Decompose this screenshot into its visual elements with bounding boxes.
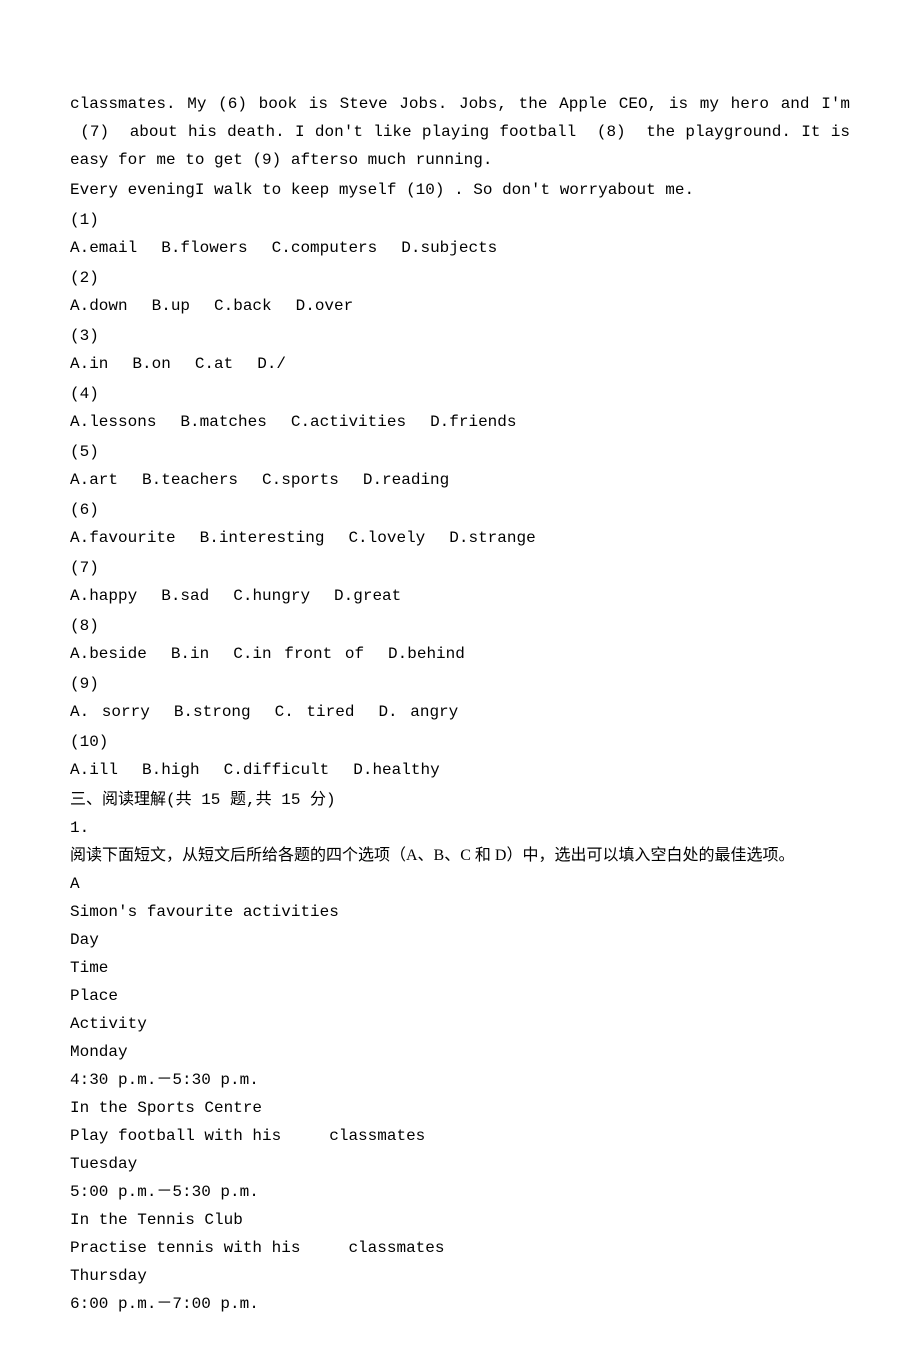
option[interactable]: D.great [334, 582, 401, 610]
option[interactable]: B.up [152, 292, 190, 320]
question-options-4: A.lessons B.matches C.activities D.friends [70, 408, 850, 436]
question-number-5: (5) [70, 438, 850, 466]
question-number-10: (10) [70, 728, 850, 756]
row-tuesday-place: In the Tennis Club [70, 1206, 850, 1234]
row-monday-activity: Play football with his classmates [70, 1122, 850, 1150]
passage-letter: A [70, 870, 850, 898]
row-monday-place: In the Sports Centre [70, 1094, 850, 1122]
question-options-2: A.down B.up C.back D.over [70, 292, 850, 320]
option[interactable]: C.computers [272, 234, 378, 262]
blank-8: (8) [597, 123, 626, 141]
option[interactable]: A. sorry [70, 698, 150, 726]
blank-7: (7) [80, 123, 109, 141]
option[interactable]: A.art [70, 466, 118, 494]
option[interactable]: A.beside [70, 640, 147, 668]
option[interactable]: D./ [257, 350, 286, 378]
row-tuesday-day: Tuesday [70, 1150, 850, 1178]
question-number-2: (2) [70, 264, 850, 292]
question-options-5: A.art B.teachers C.sports D.reading [70, 466, 850, 494]
table-header-place: Place [70, 982, 850, 1010]
option[interactable]: B.high [142, 756, 200, 784]
option[interactable]: D.friends [430, 408, 516, 436]
question-options-7: A.happy B.sad C.hungry D.great [70, 582, 850, 610]
option[interactable]: D.behind [388, 640, 465, 668]
question-number-4: (4) [70, 380, 850, 408]
option[interactable]: B.flowers [161, 234, 247, 262]
question-options-3: A.in B.on C.at D./ [70, 350, 850, 378]
row-monday-time: 4:30 p.m.－5:30 p.m. [70, 1066, 850, 1094]
option[interactable]: B.strong [174, 698, 251, 726]
question-options-10: A.ill B.high C.difficult D.healthy [70, 756, 850, 784]
option[interactable]: A.lessons [70, 408, 156, 436]
question-number-9: (9) [70, 670, 850, 698]
passage-text: I'm [821, 95, 850, 113]
question-options-9: A. sorry B.strong C. tired D. angry [70, 698, 850, 726]
row-tuesday-activity: Practise tennis with his classmates [70, 1234, 850, 1262]
option[interactable]: C. tired [275, 698, 355, 726]
passage-text: . So don't worryabout me. [444, 181, 694, 199]
table-header-activity: Activity [70, 1010, 850, 1038]
question-number-3: (3) [70, 322, 850, 350]
activity-post: classmates [348, 1239, 444, 1257]
option[interactable]: D. angry [378, 698, 458, 726]
question-options-6: A.favourite B.interesting C.lovely D.strang… [70, 524, 850, 552]
cloze-passage-line4: Every eveningI walk to keep myself (10) … [70, 176, 850, 204]
question-options-1: A.email B.flowers C.computers D.subjects [70, 234, 850, 262]
passage-text: about his death. I don't like playing fo… [119, 123, 586, 141]
option[interactable]: C.in front of [233, 640, 364, 668]
option[interactable]: A.favourite [70, 524, 176, 552]
activity-pre: Play football with his [70, 1127, 281, 1145]
cloze-passage: classmates. My (6) book is Steve Jobs. J… [70, 90, 850, 174]
option[interactable]: D.reading [363, 466, 449, 494]
question-number-6: (6) [70, 496, 850, 524]
option[interactable]: C.hungry [233, 582, 310, 610]
option[interactable]: C.sports [262, 466, 339, 494]
question-options-8: A.beside B.in C.in front of D.behind [70, 640, 850, 668]
activity-post: classmates [329, 1127, 425, 1145]
option[interactable]: D.healthy [353, 756, 439, 784]
row-thursday-day: Thursday [70, 1262, 850, 1290]
option[interactable]: D.over [296, 292, 354, 320]
passage-text: afterso much running. [281, 151, 492, 169]
passage-text: the [636, 123, 675, 141]
question-number: 1. [70, 814, 850, 842]
option[interactable]: B.sad [161, 582, 209, 610]
row-thursday-time: 6:00 p.m.－7:00 p.m. [70, 1290, 850, 1318]
option[interactable]: C.lovely [348, 524, 425, 552]
option[interactable]: B.matches [180, 408, 266, 436]
activity-pre: Practise tennis with his [70, 1239, 300, 1257]
option[interactable]: C.difficult [224, 756, 330, 784]
blank-10: (10) [406, 181, 444, 199]
option[interactable]: A.happy [70, 582, 137, 610]
blank-6: (6) [218, 95, 247, 113]
option[interactable]: B.interesting [200, 524, 325, 552]
option[interactable]: C.at [195, 350, 233, 378]
option[interactable]: D.subjects [401, 234, 497, 262]
option[interactable]: A.in [70, 350, 108, 378]
option[interactable]: B.on [132, 350, 170, 378]
option[interactable]: A.email [70, 234, 137, 262]
passage-text: book is Steve Jobs. Jobs, the Apple CEO,… [247, 95, 810, 113]
passage-text: classmates. My [70, 95, 218, 113]
option[interactable]: A.ill [70, 756, 118, 784]
option[interactable]: B.in [171, 640, 209, 668]
blank-9: (9) [252, 151, 281, 169]
row-monday-day: Monday [70, 1038, 850, 1066]
option[interactable]: D.strange [449, 524, 535, 552]
question-number-8: (8) [70, 612, 850, 640]
question-number-7: (7) [70, 554, 850, 582]
option[interactable]: A.down [70, 292, 128, 320]
option[interactable]: C.back [214, 292, 272, 320]
row-tuesday-time: 5:00 p.m.－5:30 p.m. [70, 1178, 850, 1206]
cloze-options-block: (1)A.email B.flowers C.computers D.subjects… [70, 206, 850, 784]
table-header-day: Day [70, 926, 850, 954]
option[interactable]: C.activities [291, 408, 406, 436]
section-3-heading: 三、阅读理解(共 15 题,共 15 分) [70, 786, 850, 814]
passage-title: Simon's favourite activities [70, 898, 850, 926]
reading-instruction: 阅读下面短文，从短文后所给各题的四个选项（A、B、C 和 D）中，选出可以填入空… [70, 842, 850, 870]
passage-text: Every eveningI walk to keep myself [70, 181, 406, 199]
table-header-time: Time [70, 954, 850, 982]
question-number-1: (1) [70, 206, 850, 234]
option[interactable]: B.teachers [142, 466, 238, 494]
